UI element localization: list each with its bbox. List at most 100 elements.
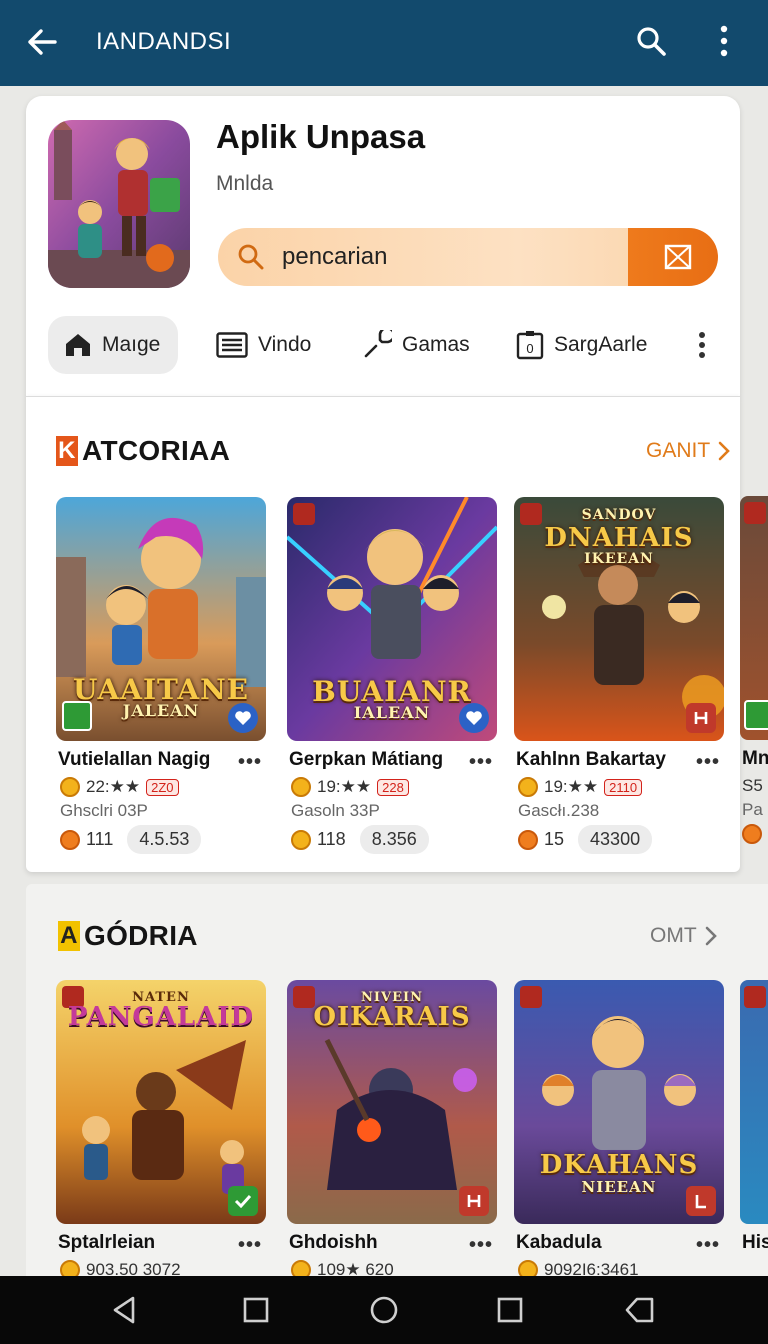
- overflow-menu-button[interactable]: [706, 20, 742, 62]
- nav-recents-button[interactable]: [490, 1290, 530, 1330]
- chip-video[interactable]: Vindo: [216, 316, 311, 374]
- coin-icon: [742, 824, 762, 844]
- game-card[interactable]: BUAIANR IALEAN Gerpkan Mátiang ••• 19:★★…: [287, 497, 497, 854]
- more-vertical-icon: [699, 332, 705, 358]
- game-title[interactable]: Gerpkan Mátiang: [289, 749, 443, 771]
- game-options-button[interactable]: •••: [469, 1234, 493, 1257]
- section-more-link[interactable]: GANIT: [646, 439, 731, 463]
- chip-saved[interactable]: 0 SargAarle: [516, 316, 647, 374]
- game-options-button[interactable]: •••: [238, 751, 262, 774]
- nav-tag-button[interactable]: [620, 1290, 660, 1330]
- game-options-button[interactable]: •••: [469, 751, 493, 774]
- game-artwork[interactable]: [740, 980, 768, 1224]
- game-rating-value: 22:★★: [86, 777, 141, 796]
- game-tag: 228: [377, 778, 409, 796]
- publisher-logo-icon: [686, 1186, 716, 1216]
- section-more-link[interactable]: OMT: [650, 924, 717, 948]
- game-card[interactable]: NATEN PANGALAID Sptalrleian ••• 903.50 3…: [56, 980, 266, 1280]
- game-tag: 2Z0: [146, 778, 179, 796]
- game-card[interactable]: Mn S5 Pa: [740, 496, 768, 856]
- section-godria: A GÓDRIA OMT NATEN PANGALAID Sptalrleian…: [26, 884, 768, 1280]
- mail-icon[interactable]: [664, 244, 692, 270]
- svg-text:0: 0: [526, 341, 533, 356]
- game-badge: [520, 986, 542, 1008]
- app-icon[interactable]: [48, 120, 190, 288]
- nav-home-icon: [370, 1296, 398, 1324]
- game-title[interactable]: Ghdoishh: [289, 1232, 378, 1254]
- game-artwork[interactable]: DKAHANS NIEEAN: [514, 980, 724, 1224]
- search-button[interactable]: [630, 20, 672, 62]
- game-artwork[interactable]: BUAIANR IALEAN: [287, 497, 497, 741]
- game-rating: 19:★★ 228: [291, 777, 409, 797]
- game-title[interactable]: Vutielallan Nagig: [58, 749, 210, 771]
- game-title[interactable]: His: [742, 1232, 768, 1254]
- search-icon: [238, 244, 264, 270]
- game-stats: 111 4.5.53: [60, 825, 202, 854]
- game-options-button[interactable]: •••: [696, 1234, 720, 1257]
- nav-square-icon: [243, 1297, 269, 1323]
- game-rating: 22:★★ 2Z0: [60, 777, 179, 797]
- game-size-pill: 4.5.53: [127, 825, 202, 854]
- app-developer: Mnlda: [216, 172, 274, 195]
- chip-label: Vindo: [258, 333, 312, 356]
- game-tag: 2110: [604, 778, 643, 796]
- section-title-text: GÓDRIA: [84, 920, 198, 951]
- app-bar: IANDANDSI: [0, 0, 768, 86]
- nav-square-button[interactable]: [236, 1290, 276, 1330]
- game-card[interactable]: SANDOV DNAHAIS IKEEAN Kahlnn Bakartay ••…: [514, 497, 724, 854]
- chip-games[interactable]: Gamas: [362, 316, 470, 374]
- game-artwork[interactable]: SANDOV DNAHAIS IKEEAN: [514, 497, 724, 741]
- nav-recents-icon: [497, 1297, 523, 1323]
- game-artwork[interactable]: [740, 496, 768, 740]
- back-button[interactable]: [22, 22, 62, 62]
- section-title-text: ATCORIAA: [82, 435, 231, 466]
- app-name: Aplik Unpasa: [216, 118, 426, 155]
- publisher-logo-icon: [459, 1186, 489, 1216]
- app-bar-title: IANDANDSI: [96, 28, 232, 55]
- game-rating-value: 19:★★: [317, 777, 372, 796]
- game-options-button[interactable]: •••: [238, 1234, 262, 1257]
- game-subtitle: Pa: [742, 800, 763, 819]
- category-chips: Maıge Vindo Gamas 0 SargAarle: [48, 316, 728, 374]
- section-title: K ATCORIAA: [56, 435, 230, 467]
- game-card[interactable]: UAAITANE JALEAN Vutielallan Nagig ••• 22…: [56, 497, 266, 854]
- game-card[interactable]: DKAHANS NIEEAN Kabadula ••• 9092I6:3461: [514, 980, 724, 1280]
- section-more-label: GANIT: [646, 439, 711, 462]
- nav-back-button[interactable]: [104, 1290, 144, 1330]
- game-count: 15: [544, 829, 565, 849]
- badge-icon: 0: [516, 331, 544, 360]
- chip-home[interactable]: Maıge: [48, 316, 179, 374]
- heart-icon[interactable]: [228, 703, 258, 733]
- coin-icon: [60, 829, 80, 850]
- chip-label: SargAarle: [554, 333, 648, 356]
- game-rating-value: S5: [742, 776, 763, 795]
- game-count: 111: [86, 829, 114, 849]
- game-stats: [742, 824, 768, 844]
- game-title[interactable]: Mn: [742, 748, 768, 770]
- game-title[interactable]: Kahlnn Bakartay: [516, 749, 666, 771]
- game-card[interactable]: NIVEIN OIKARAIS Ghdoishh ••• 109★ 620: [287, 980, 497, 1280]
- nav-home-button[interactable]: [364, 1290, 404, 1330]
- game-subtitle: Gascłı.238: [518, 801, 600, 820]
- chips-more-button[interactable]: [698, 316, 716, 374]
- section-mark: K: [56, 436, 78, 466]
- game-options-button[interactable]: •••: [696, 751, 720, 774]
- game-artwork[interactable]: NIVEIN OIKARAIS: [287, 980, 497, 1224]
- game-artwork[interactable]: NATEN PANGALAID: [56, 980, 266, 1224]
- game-badge: [744, 502, 766, 524]
- wrench-icon: [364, 330, 392, 358]
- system-nav-bar: [0, 1276, 768, 1344]
- coin-icon: [518, 829, 538, 850]
- game-banner: PANGALAID: [67, 1002, 255, 1032]
- game-rating: 19:★★ 2110: [518, 777, 643, 797]
- game-title[interactable]: Sptalrleian: [58, 1232, 155, 1254]
- coin-icon: [518, 777, 538, 797]
- game-title[interactable]: Kabadula: [516, 1232, 602, 1254]
- game-artwork[interactable]: UAAITANE JALEAN: [56, 497, 266, 741]
- chevron-right-icon: [705, 926, 717, 946]
- game-banner-top: SANDOV: [581, 507, 657, 523]
- game-card[interactable]: His: [740, 980, 768, 1280]
- search-field[interactable]: pencarian: [218, 228, 718, 286]
- heart-icon[interactable]: [459, 703, 489, 733]
- search-input-text[interactable]: pencarian: [282, 243, 387, 271]
